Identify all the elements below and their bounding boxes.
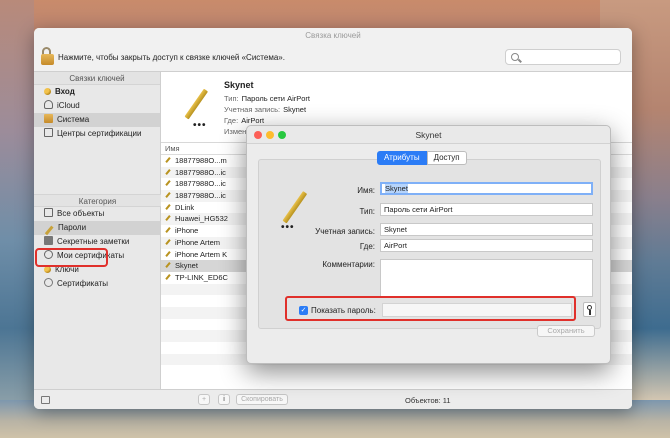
detail-account: Учетная запись: Skynet [224,105,307,114]
row-name: 18877988О...ic [175,179,226,189]
account-field[interactable]: Skynet [380,223,593,236]
item-dialog: Skynet Атрибуты Доступ ••• Имя: Skynet Т… [246,125,611,364]
search-icon [511,53,519,61]
password-pencil-icon: ••• [173,84,209,131]
row-name: TP-LINK_ED6C [175,272,228,282]
password-assistant-key-icon[interactable] [583,302,596,317]
detail-type: Тип: Пароль сети AirPort [224,94,311,103]
window-title: Связка ключей [34,28,632,44]
pencil-icon [165,192,171,199]
pencil-icon [165,203,171,210]
sidebar-item-icloud[interactable]: iCloud [34,99,160,113]
row-name: 18877988О...ic [175,191,226,201]
pencil-icon [165,157,171,163]
pencil-icon [44,225,54,235]
dialog-tabs: Атрибуты Доступ [377,151,467,165]
tab-attributes[interactable]: Атрибуты [377,151,427,165]
note-icon [44,236,53,245]
items-count: Объектов: 11 [405,396,451,405]
comments-field[interactable] [380,259,593,297]
row-name: Huawei_HG532 [175,214,228,224]
pencil-icon [165,238,171,245]
row-name: Skynet [175,261,198,271]
save-button[interactable]: Сохранить [537,325,595,337]
lock-icon [44,114,53,123]
cabinet-icon [44,128,53,137]
key-icon [44,88,51,95]
account-label: Учетная запись: [315,227,375,236]
pencil-icon [165,168,171,175]
category-passwords[interactable]: Пароли [34,221,161,235]
all-items-icon [44,208,53,217]
pencil-icon [165,273,171,280]
row-name: iPhone Artem [175,237,221,247]
lock-hint-text: Нажмите, чтобы закрыть доступ к связке к… [58,53,285,62]
info-button[interactable]: i [218,394,230,405]
toggle-sidebar-icon[interactable] [41,396,50,404]
row-name: iPhone [175,226,199,236]
category-certificates[interactable]: Сертификаты [34,277,161,291]
keychains-header: Связки ключей [34,72,160,85]
tab-access[interactable]: Доступ [426,151,467,165]
toolbar: Нажмите, чтобы закрыть доступ к связке к… [34,44,632,72]
sidebar-bottom-bar [34,389,161,409]
row-name: iPhone Artem K [175,249,228,259]
category-all-items[interactable]: Все объекты [34,207,161,221]
passwords-highlight [35,248,108,267]
password-field[interactable] [382,303,572,317]
row-name: 18877988О...m [175,156,227,165]
dialog-title: Skynet [247,126,610,144]
where-field[interactable]: AirPort [380,239,593,252]
row-name: DLink [175,202,195,212]
copy-button[interactable]: Скопировать [236,394,288,405]
kind-field[interactable]: Пароль сети AirPort [380,203,593,216]
show-password-checkbox[interactable]: ✓ [299,306,308,315]
name-label: Имя: [357,186,375,195]
category-secure-notes[interactable]: Секретные заметки [34,235,161,249]
pencil-icon [165,227,171,234]
minimize-button[interactable] [266,131,274,139]
key-icon [44,266,51,273]
add-button[interactable]: + [198,394,210,405]
detail-where: Где: AirPort [224,116,265,125]
pencil-icon [165,215,171,222]
pencil-icon [165,262,171,269]
where-label: Где: [359,242,375,251]
row-name: 18877988О...ic [175,167,226,177]
bottom-bar: + i Скопировать Объектов: 11 [161,389,632,409]
zoom-button[interactable] [278,131,286,139]
sidebar-item-system[interactable]: Система [34,113,160,127]
show-password-label: Показать пароль: [311,306,376,315]
sidebar: Связки ключей Вход iCloud Система Центры… [34,72,161,409]
desktop-background [0,0,34,438]
lock-icon[interactable] [41,47,54,65]
close-button[interactable] [254,131,262,139]
category-header: Категория [34,194,161,207]
detail-name: Skynet [224,80,254,90]
search-input[interactable] [505,49,621,65]
comments-label: Комментарии: [322,260,375,269]
pencil-icon [165,250,171,257]
certificate-icon [44,278,53,287]
cloud-icon [44,100,53,109]
sidebar-item-cert-authorities[interactable]: Центры сертификации [34,127,160,141]
name-field[interactable]: Skynet [380,182,593,195]
kind-label: Тип: [359,207,375,216]
pencil-icon [165,180,171,187]
sidebar-item-login[interactable]: Вход [34,85,160,99]
